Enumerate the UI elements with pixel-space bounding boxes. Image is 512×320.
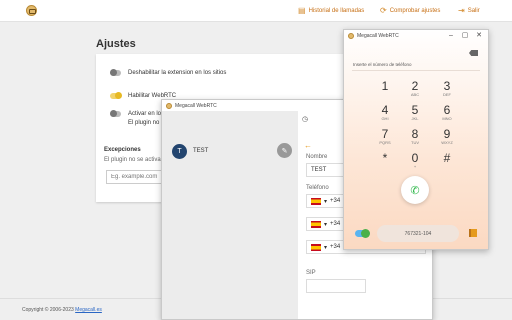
call-history-label: Historial de llamadas: [308, 7, 365, 14]
dial-key-letters: GHI: [381, 116, 389, 121]
pencil-icon: ✎: [281, 147, 288, 155]
call-button[interactable]: ✆: [401, 176, 429, 204]
toggle-disable-sites[interactable]: [110, 69, 121, 76]
dial-key-digit: #: [443, 151, 451, 165]
dial-key-letters: ABC: [410, 92, 420, 97]
exceptions-title: Excepciones: [104, 147, 141, 153]
dial-key[interactable]: 6 MNO: [433, 104, 461, 122]
dial-key[interactable]: 2 ABC: [401, 80, 429, 98]
dial-key[interactable]: 0 +: [401, 152, 429, 170]
dial-key-digit: 1: [381, 79, 389, 93]
option-label: Deshabilitar la extension en los sitios: [128, 70, 227, 76]
spain-flag-icon: [311, 197, 321, 205]
backspace-icon[interactable]: [469, 50, 478, 56]
option-label: Activar en lo: [128, 111, 162, 117]
plugin-note: El plugin no: [128, 120, 159, 126]
exceptions-input[interactable]: [106, 170, 166, 184]
dial-key-digit: 9: [443, 127, 451, 141]
dial-key[interactable]: 1: [371, 80, 399, 92]
dial-key-letters: TUV: [411, 140, 419, 145]
dial-key[interactable]: 5 JKL: [401, 104, 429, 122]
refresh-icon: ⟳: [380, 6, 387, 15]
spain-flag-icon: [311, 220, 321, 228]
minimize-icon[interactable]: –: [444, 30, 458, 41]
toggle-activate[interactable]: [110, 110, 121, 117]
dial-key-letters: DEF: [443, 92, 451, 97]
dial-key-digit: 5: [411, 103, 419, 117]
name-value: TEST: [311, 167, 327, 173]
exceptions-note: El plugin no se activa: [104, 157, 161, 163]
sip-label: SIP: [306, 270, 316, 276]
logout-label: Salir: [467, 7, 480, 14]
dialer-window: Megacall WebRTC – ▢ ✕ Inserte el número …: [343, 29, 489, 250]
address-book-icon[interactable]: [469, 229, 477, 237]
check-settings-label: Comprobar ajustes: [389, 7, 441, 14]
book-icon: ▤: [298, 6, 306, 15]
megacall-logo[interactable]: [26, 5, 37, 16]
avatar: T: [172, 143, 187, 159]
app-icon: [166, 102, 172, 109]
close-icon[interactable]: ✕: [472, 30, 486, 41]
edit-contact-button[interactable]: ✎: [277, 143, 292, 158]
divider: [352, 70, 480, 71]
dial-key-letters: PQRS: [379, 140, 391, 145]
window-title: Megacall WebRTC: [357, 32, 399, 39]
contacts-list: T TEST ✎: [162, 111, 298, 319]
app-icon: [348, 32, 354, 39]
page-title: Ajustes: [96, 38, 136, 50]
dial-key[interactable]: *: [371, 152, 399, 164]
phone-label: Teléfono: [306, 185, 329, 191]
dial-key-digit: 6: [443, 103, 451, 117]
status-toggle[interactable]: [355, 229, 370, 238]
phone-prefix: +34: [330, 244, 341, 250]
plugin-note-text: El plugin no: [128, 120, 160, 126]
contact-item[interactable]: T TEST ✎: [172, 141, 292, 161]
logout-link[interactable]: ⇥ Salir: [458, 6, 480, 15]
dial-key-digit: *: [382, 151, 388, 165]
dial-key[interactable]: #: [433, 152, 461, 164]
dial-key[interactable]: 8 TUV: [401, 128, 429, 146]
spain-flag-icon: [311, 243, 321, 251]
clock-icon: ◷: [301, 116, 309, 123]
dial-key-digit: 4: [381, 103, 389, 117]
option-disable-sites[interactable]: Deshabilitar la extension en los sitios: [110, 69, 227, 76]
dial-key-digit: 3: [443, 79, 451, 93]
maximize-icon[interactable]: ▢: [458, 30, 472, 41]
top-bar: ▤ Historial de llamadas ⟳ Comprobar ajus…: [0, 0, 512, 22]
phone-prefix: +34: [330, 198, 341, 204]
dropdown-icon: ▾: [324, 198, 328, 205]
name-label: Nombre: [306, 154, 328, 160]
sip-field[interactable]: [306, 279, 366, 293]
dial-key-letters: WXYZ: [441, 140, 453, 145]
dropdown-icon: ▾: [324, 221, 328, 228]
contact-name: TEST: [193, 148, 209, 154]
dial-key-digit: 2: [411, 79, 419, 93]
option-activate[interactable]: Activar en lo: [110, 110, 162, 117]
dial-prompt: Inserte el número de teléfono: [353, 62, 412, 67]
dial-key-digit: 0: [411, 151, 419, 165]
dial-key-letters: JKL: [411, 116, 419, 121]
tab-history[interactable]: ◷: [262, 111, 348, 127]
window-title: Megacall WebRTC: [175, 102, 217, 109]
dial-key-digit: 8: [411, 127, 419, 141]
dial-key-letters: MNO: [442, 116, 452, 121]
dropdown-icon: ▾: [324, 244, 328, 251]
dial-key-digit: 7: [381, 127, 389, 141]
dial-key[interactable]: 3 DEF: [433, 80, 461, 98]
logout-icon: ⇥: [458, 6, 465, 15]
phone-prefix: +34: [330, 221, 341, 227]
back-arrow-icon[interactable]: ←: [304, 141, 312, 150]
call-history-link[interactable]: ▤ Historial de llamadas: [298, 6, 364, 15]
copyright: Copyright © 2006-2023: [22, 307, 74, 313]
check-settings-link[interactable]: ⟳ Comprobar ajustes: [380, 6, 440, 15]
phone-icon: ✆: [410, 184, 420, 197]
dial-key[interactable]: 9 WXYZ: [433, 128, 461, 146]
toggle-enable-webrtc[interactable]: [110, 92, 122, 99]
footer-link[interactable]: Megacall.es: [75, 307, 102, 313]
dial-key-letters: +: [413, 164, 417, 169]
footer-text: Copyright © 2006-2023 Megacall.es: [22, 307, 102, 313]
dial-key[interactable]: 4 GHI: [371, 104, 399, 122]
extension-field[interactable]: 767321-104: [377, 225, 459, 242]
dial-key[interactable]: 7 PQRS: [371, 128, 399, 146]
